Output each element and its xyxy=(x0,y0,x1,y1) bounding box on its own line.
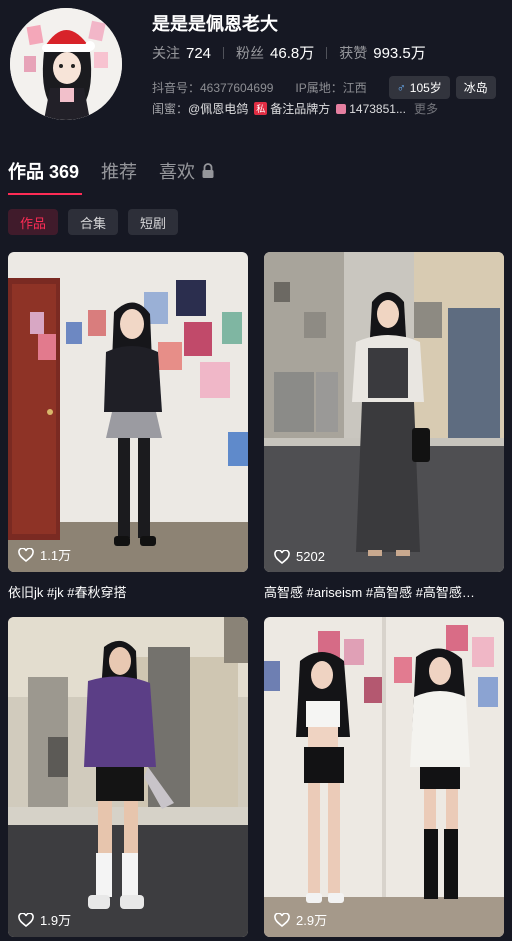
avatar[interactable] xyxy=(10,8,122,120)
tab-likes-label: 喜欢 xyxy=(159,162,196,182)
video-card[interactable]: 1.1万 xyxy=(8,252,248,572)
heart-icon xyxy=(18,547,34,562)
chip-works[interactable]: 作品 xyxy=(8,209,59,235)
video-likes: 1.9万 xyxy=(18,910,71,929)
stat-followers-label: 粉丝 xyxy=(236,45,265,61)
video-caption[interactable]: 高智感 #ariseism #高智感 #高智感… xyxy=(264,582,500,601)
stat-likes[interactable]: 获赞 993.5万 xyxy=(339,42,426,63)
stat-following[interactable]: 关注 724 xyxy=(152,43,211,63)
ip-location: IP属地：江西 xyxy=(295,81,367,95)
region-tag: 冰岛 xyxy=(455,76,496,99)
tab-likes[interactable]: 喜欢 xyxy=(159,158,215,184)
lock-icon xyxy=(202,163,214,178)
video-thumbnail-image xyxy=(264,617,504,937)
gender-age-tag: ♂ 105岁 xyxy=(388,76,450,99)
friend-link[interactable]: 1473851... xyxy=(349,102,406,116)
tab-works[interactable]: 作品 369 xyxy=(8,158,79,184)
video-likes: 1.1万 xyxy=(18,545,71,564)
friends-label: 闺蜜： xyxy=(152,102,189,116)
profile-stats: 关注 724 粉丝 46.8万 获赞 993.5万 xyxy=(152,42,426,63)
stat-followers-value: 46.8万 xyxy=(270,45,315,62)
friend-link[interactable]: 备注品牌方 xyxy=(270,100,330,117)
stat-likes-value: 993.5万 xyxy=(373,45,426,62)
video-thumbnail: 1.1万 xyxy=(8,252,248,572)
active-tab-indicator xyxy=(8,193,82,195)
more-link[interactable]: 更多 xyxy=(414,100,438,117)
video-caption[interactable]: 依旧jk #jk #春秋穿搭 xyxy=(8,582,244,601)
age-label: 105岁 xyxy=(409,81,442,95)
video-card[interactable]: 5202 xyxy=(264,252,504,572)
video-card[interactable]: 2.9万 xyxy=(264,617,504,937)
heart-icon xyxy=(18,912,34,927)
friend-avatar-icon xyxy=(336,103,347,114)
video-thumbnail: 2.9万 xyxy=(264,617,504,937)
douyin-id[interactable]: 抖音号：46377604699 xyxy=(152,79,273,96)
divider xyxy=(223,46,225,59)
profile-name: 是是是佩恩老大 xyxy=(152,14,278,34)
heart-icon xyxy=(274,549,290,564)
tab-recommend[interactable]: 推荐 xyxy=(101,158,137,184)
stat-following-label: 关注 xyxy=(152,44,180,61)
like-count: 1.1万 xyxy=(40,548,72,563)
video-card[interactable]: 1.9万 xyxy=(8,617,248,937)
video-likes: 2.9万 xyxy=(274,910,327,929)
friend-link[interactable]: @佩恩电鸽 xyxy=(188,100,248,117)
like-count: 2.9万 xyxy=(296,913,328,928)
avatar-illustration xyxy=(10,8,122,120)
male-icon: ♂ xyxy=(396,80,406,95)
stat-following-value: 724 xyxy=(186,44,212,62)
chip-short-drama[interactable]: 短剧 xyxy=(128,209,179,235)
stat-followers[interactable]: 粉丝 46.8万 xyxy=(236,42,314,63)
content-filter: 作品 合集 短剧 xyxy=(8,209,188,235)
private-badge: 私 xyxy=(254,102,268,115)
heart-icon xyxy=(274,912,290,927)
tab-bar: 作品 369 推荐 喜欢 xyxy=(8,158,237,184)
video-thumbnail-image xyxy=(8,252,248,572)
profile-meta: 抖音号：46377604699 IP属地：江西 ♂ 105岁 冰岛 xyxy=(152,76,496,99)
like-count: 1.9万 xyxy=(40,913,72,928)
video-thumbnail-image xyxy=(8,617,248,937)
video-thumbnail-image xyxy=(264,252,504,572)
video-thumbnail: 1.9万 xyxy=(8,617,248,937)
chip-collections[interactable]: 合集 xyxy=(68,209,119,235)
divider xyxy=(326,46,328,59)
video-likes: 5202 xyxy=(274,549,325,564)
friends-row: 闺蜜： @佩恩电鸽 私 备注品牌方 1473851... 更多 xyxy=(152,100,438,117)
video-thumbnail: 5202 xyxy=(264,252,504,572)
stat-likes-label: 获赞 xyxy=(339,45,368,61)
like-count: 5202 xyxy=(296,549,325,564)
